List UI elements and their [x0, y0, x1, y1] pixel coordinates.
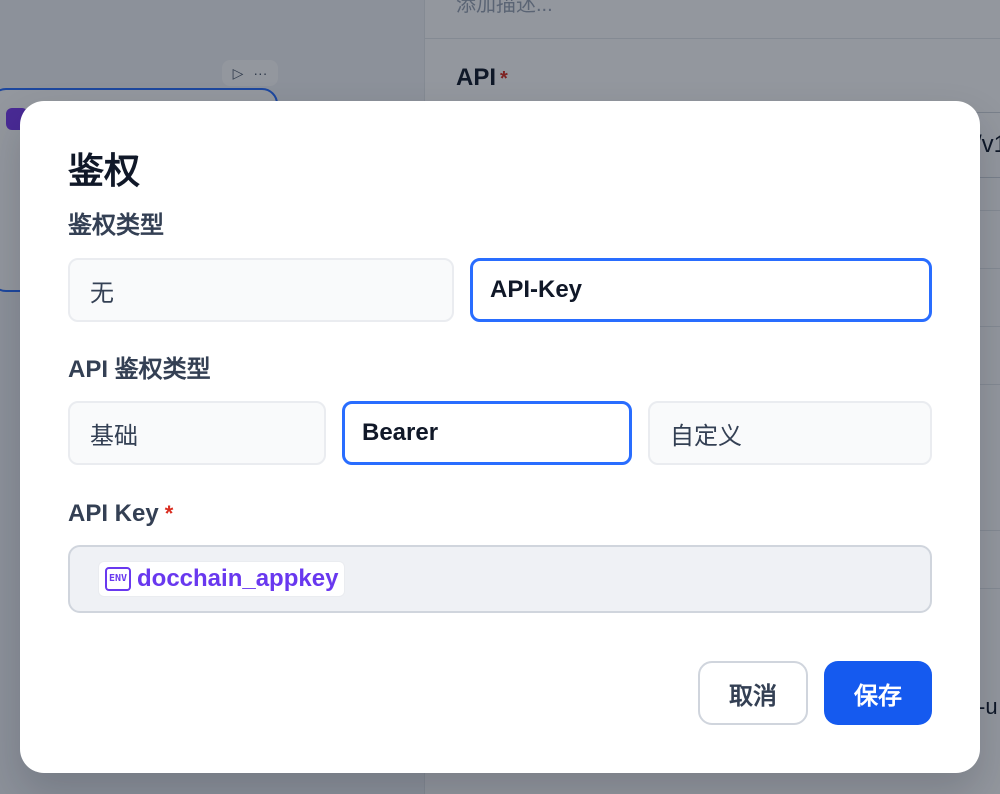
env-icon: ENV	[105, 567, 131, 591]
auth-modal: 鉴权 鉴权类型 无 API-Key API 鉴权类型 基础 Bearer 自定义…	[20, 101, 980, 773]
save-button[interactable]: 保存	[824, 661, 932, 725]
auth-type-label: 鉴权类型	[68, 212, 164, 239]
option-label: 无	[90, 279, 114, 307]
api-auth-type-label: API 鉴权类型	[68, 356, 211, 383]
option-label: API-Key	[490, 276, 583, 303]
modal-title: 鉴权	[68, 150, 141, 191]
api-auth-bearer-option[interactable]: Bearer	[342, 401, 632, 465]
option-label: Bearer	[362, 419, 439, 446]
env-variable-chip[interactable]: ENV docchain_appkey	[98, 561, 346, 597]
option-label: 自定义	[670, 422, 742, 450]
api-key-label: API Key *	[68, 500, 174, 527]
auth-type-api-key-option[interactable]: API-Key	[470, 258, 932, 322]
env-variable-name: docchain_appkey	[137, 565, 339, 592]
auth-type-none-option[interactable]: 无	[68, 258, 454, 322]
api-auth-basic-option[interactable]: 基础	[68, 401, 326, 465]
api-key-input[interactable]: ENV docchain_appkey	[68, 545, 932, 613]
api-auth-custom-option[interactable]: 自定义	[648, 401, 932, 465]
cancel-button[interactable]: 取消	[698, 661, 808, 725]
required-asterisk: *	[164, 501, 174, 526]
option-label: 基础	[90, 422, 138, 450]
